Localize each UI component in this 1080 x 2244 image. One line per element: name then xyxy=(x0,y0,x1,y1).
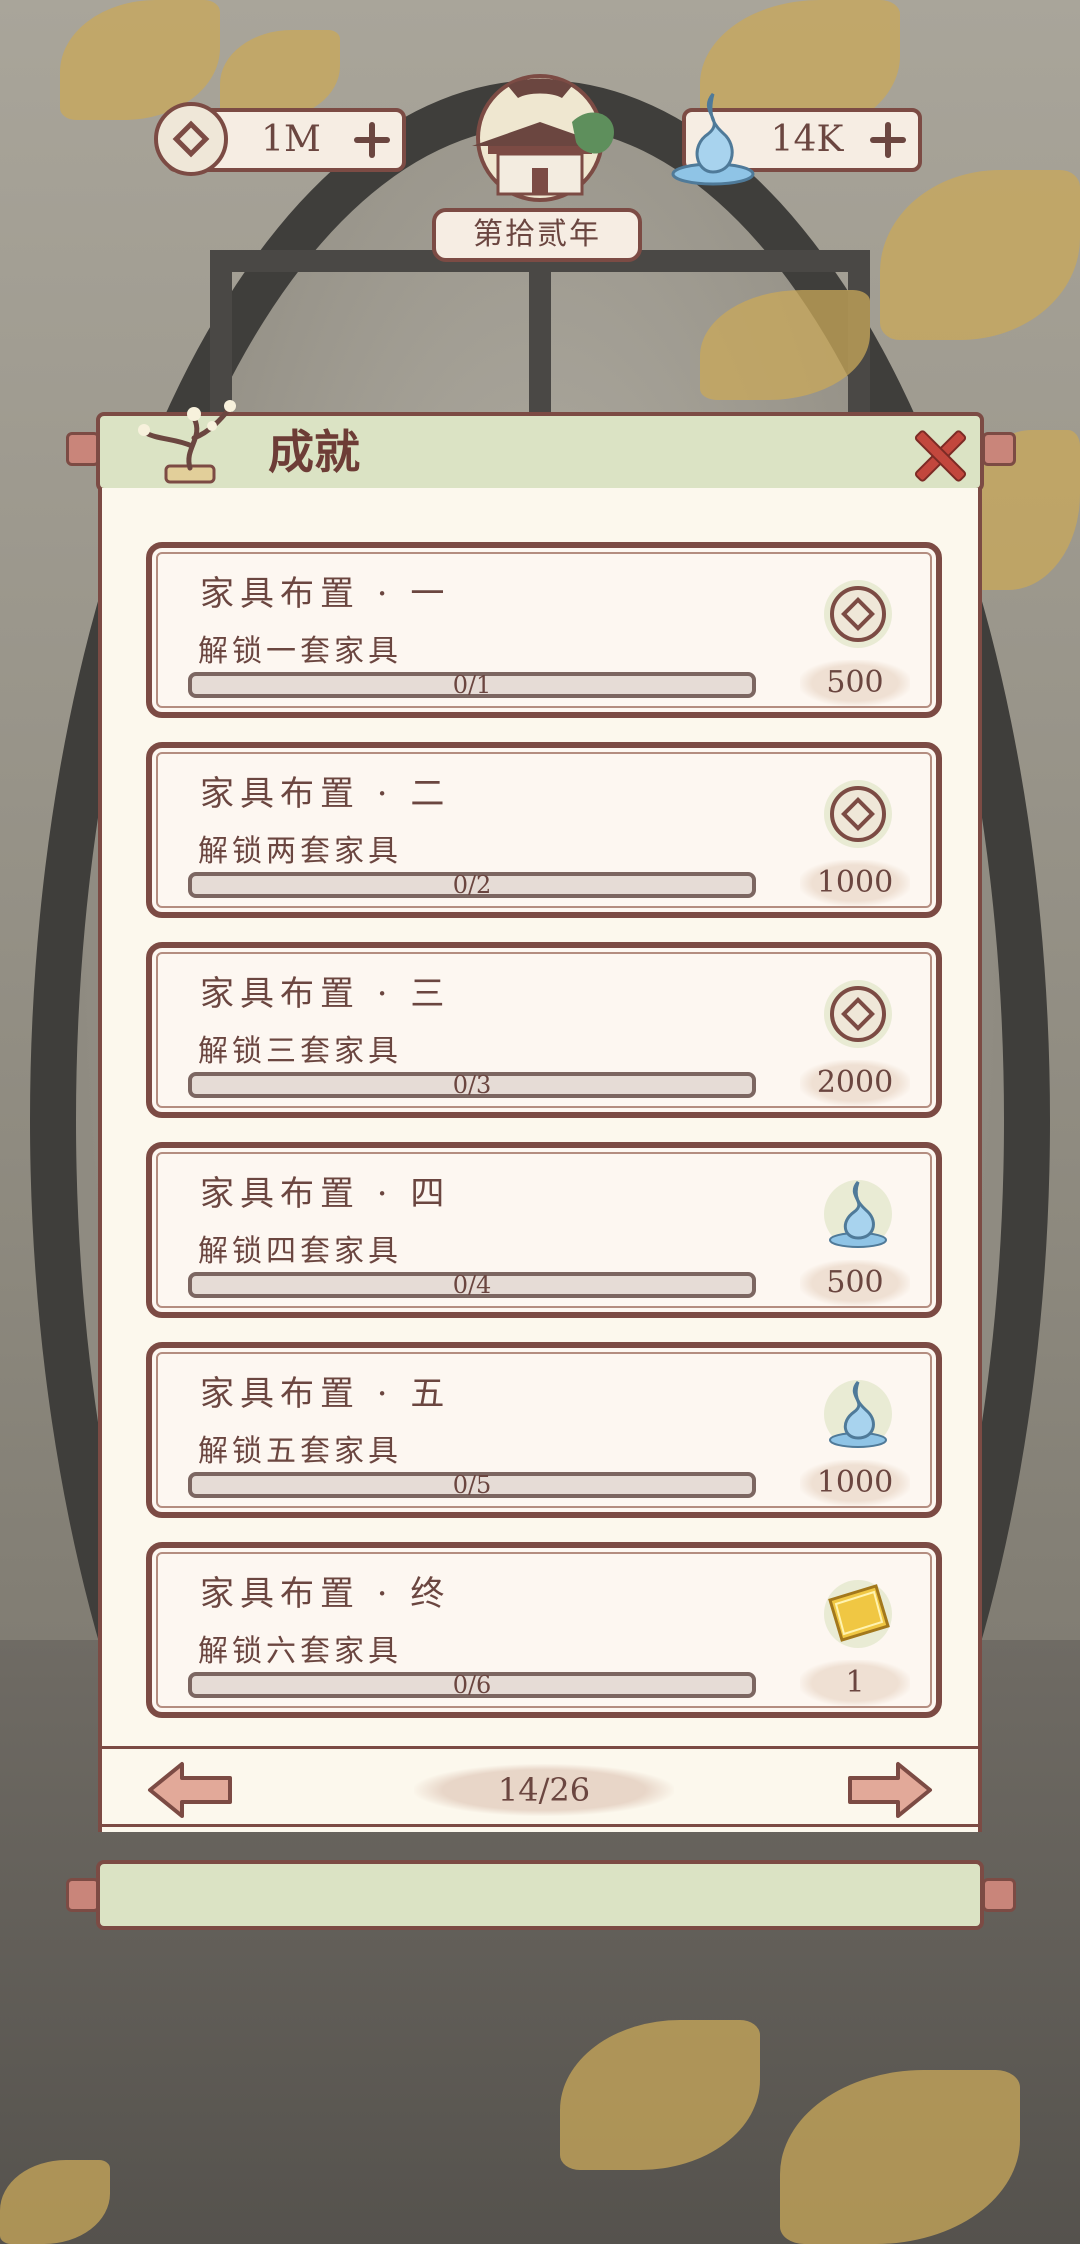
achievement-description: 解锁两套家具 xyxy=(198,834,402,869)
scroll-rod-left xyxy=(66,432,100,466)
achievement-card: 家具布置 · 一解锁一套家具 0/1 500 xyxy=(146,542,942,718)
achievement-progress-bar: 0/3 xyxy=(188,1071,756,1099)
achievement-progress-bar: 0/6 xyxy=(188,1671,756,1699)
coin-icon xyxy=(822,978,894,1050)
achievement-description: 解锁四套家具 xyxy=(198,1234,402,1269)
scroll-rod-right xyxy=(982,1878,1016,1912)
reward-amount: 500 xyxy=(800,1260,910,1306)
plum-bonsai-icon xyxy=(138,400,236,484)
add-coins-button[interactable] xyxy=(352,120,392,160)
achievement-card: 家具布置 · 二解锁两套家具 0/2 1000 xyxy=(146,742,942,918)
achievement-card: 家具布置 · 三解锁三套家具 0/3 2000 xyxy=(146,942,942,1118)
achievement-card: 家具布置 · 四解锁四套家具 0/4 500 xyxy=(146,1142,942,1318)
reward-amount: 500 xyxy=(800,660,910,706)
divider xyxy=(102,1824,978,1827)
golden-ticket-icon xyxy=(822,1578,894,1650)
achievement-title: 家具布置 · 一 xyxy=(200,574,451,614)
achievement-description: 解锁五套家具 xyxy=(198,1434,402,1469)
achievement-title: 家具布置 · 终 xyxy=(200,1574,451,1614)
achievement-description: 解锁三套家具 xyxy=(198,1034,402,1069)
water-value: 14K xyxy=(770,119,844,160)
close-button[interactable] xyxy=(912,428,964,480)
achievement-title: 家具布置 · 三 xyxy=(200,974,451,1014)
achievement-title: 家具布置 · 二 xyxy=(200,774,451,814)
coin-icon xyxy=(822,578,894,650)
achievement-card: 家具布置 · 五解锁五套家具 0/5 1000 xyxy=(146,1342,942,1518)
pavilion-emblem xyxy=(472,74,614,202)
progress-text: 0/2 xyxy=(452,871,492,899)
water-drop-icon xyxy=(822,1378,894,1450)
prev-page-button[interactable] xyxy=(146,1760,234,1820)
progress-text: 0/1 xyxy=(452,671,492,699)
next-page-button[interactable] xyxy=(846,1760,934,1820)
reward-amount: 2000 xyxy=(800,1060,910,1106)
reward-amount: 1000 xyxy=(800,860,910,906)
panel-title: 成就 xyxy=(268,425,360,479)
water-drop-icon xyxy=(822,1178,894,1250)
achievement-title: 家具布置 · 五 xyxy=(200,1374,451,1414)
achievement-progress-bar: 0/4 xyxy=(188,1271,756,1299)
achievement-progress-bar: 0/2 xyxy=(188,871,756,899)
year-badge: 第拾贰年 xyxy=(432,208,642,262)
achievement-progress-bar: 0/1 xyxy=(188,671,756,699)
achievements-header: 成就 xyxy=(96,400,984,492)
coin-icon xyxy=(154,102,228,176)
progress-text: 0/5 xyxy=(452,1471,492,1499)
scroll-bottom xyxy=(96,1860,984,1930)
progress-text: 0/3 xyxy=(452,1071,492,1099)
achievement-card: 家具布置 · 终解锁六套家具 0/6 1 xyxy=(146,1542,942,1718)
coin-value: 1M xyxy=(261,119,321,160)
scroll-rod-left xyxy=(66,1878,100,1912)
achievement-title: 家具布置 · 四 xyxy=(200,1174,451,1214)
add-water-button[interactable] xyxy=(868,120,908,160)
water-drop-icon xyxy=(671,93,755,186)
achievements-panel: 家具布置 · 一解锁一套家具 0/1 500 家具布置 · 二解锁两套家具 0/2 100… xyxy=(98,488,982,1832)
page-indicator: 14/26 xyxy=(414,1764,674,1816)
progress-text: 0/6 xyxy=(452,1671,492,1699)
reward-amount: 1000 xyxy=(800,1460,910,1506)
achievement-description: 解锁一套家具 xyxy=(198,634,402,669)
achievement-description: 解锁六套家具 xyxy=(198,1634,402,1669)
achievement-progress-bar: 0/5 xyxy=(188,1471,756,1499)
progress-text: 0/4 xyxy=(452,1271,492,1299)
divider xyxy=(102,1746,978,1749)
scroll-rod-right xyxy=(982,432,1016,466)
coin-icon xyxy=(822,778,894,850)
reward-amount: 1 xyxy=(800,1660,910,1706)
